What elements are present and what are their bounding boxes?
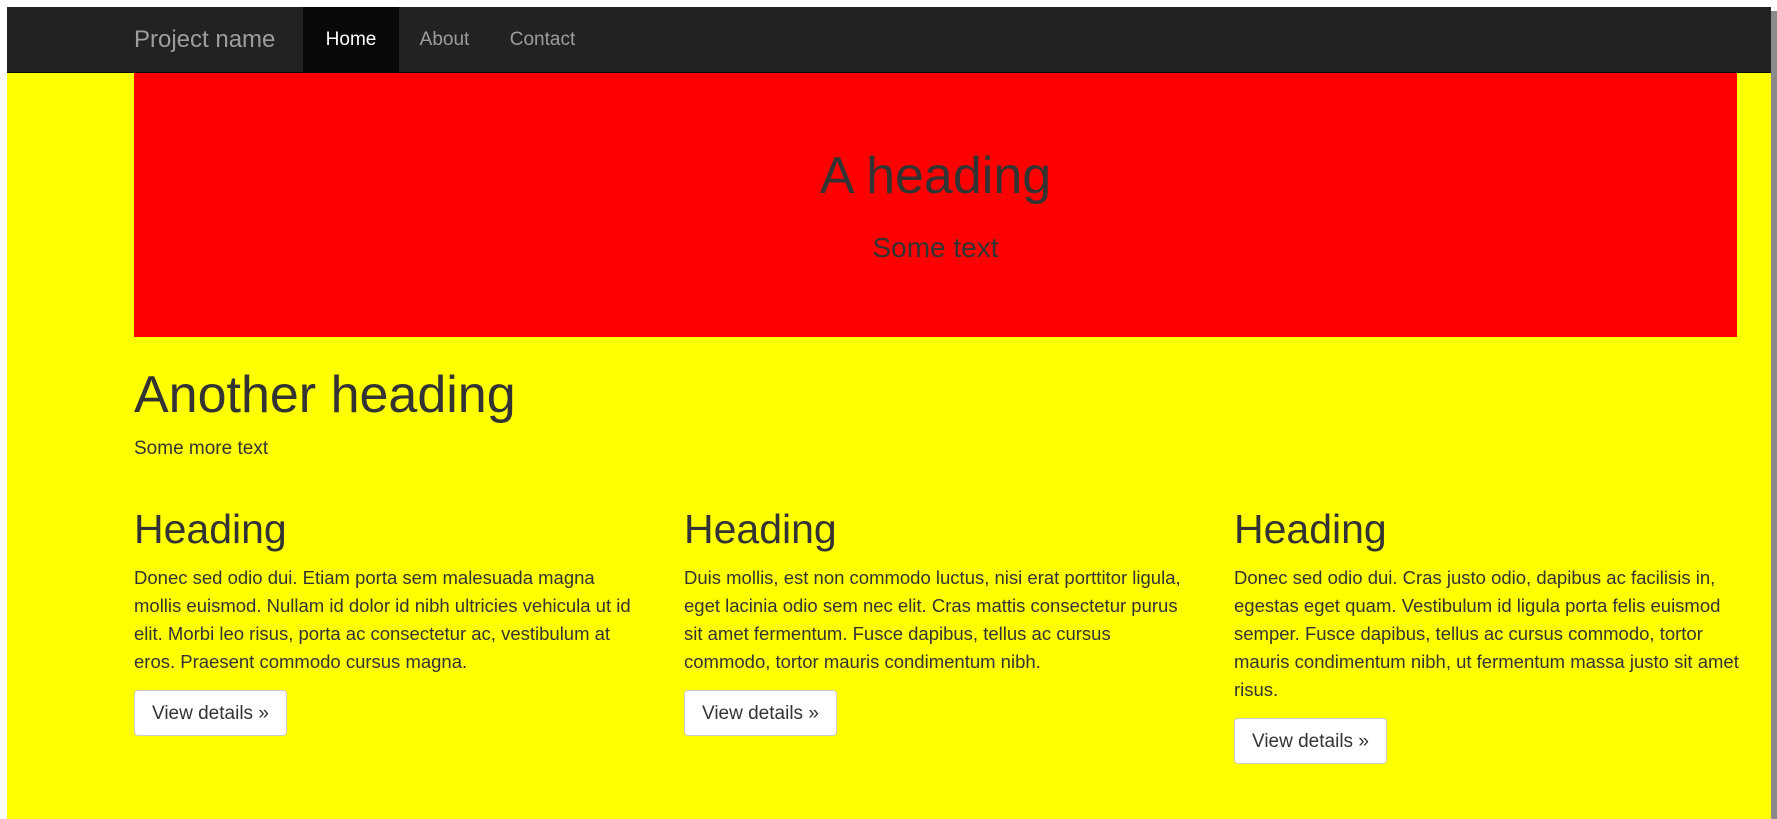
nav-about-link[interactable]: About: [399, 7, 490, 72]
column-text: Duis mollis, est non commodo luctus, nis…: [684, 567, 1181, 673]
view-details-button[interactable]: View details »: [134, 690, 287, 737]
column-heading: Heading: [1234, 506, 1387, 552]
view-details-button[interactable]: View details »: [684, 690, 837, 737]
jumbotron: A heading Some text: [134, 73, 1737, 337]
column-1: Heading Donec sed odio dui. Etiam porta …: [134, 506, 644, 737]
nav-contact-link[interactable]: Contact: [490, 7, 595, 72]
column-2: Heading Duis mollis, est non commodo luc…: [684, 506, 1194, 737]
column-heading: Heading: [134, 506, 287, 552]
column-3: Heading Donec sed odio dui. Cras justo o…: [1234, 506, 1744, 765]
jumbotron-text: Some text: [872, 232, 999, 263]
brand-link[interactable]: Project name: [134, 7, 275, 73]
column-text: Donec sed odio dui. Etiam porta sem male…: [134, 567, 631, 673]
column-heading: Heading: [684, 506, 837, 552]
nav-home-link[interactable]: Home: [303, 7, 399, 72]
column-text: Donec sed odio dui. Cras justo odio, dap…: [1234, 567, 1739, 701]
navbar: Project name Home About Contact: [7, 7, 1771, 73]
intro-text: Some more text: [134, 438, 269, 459]
intro-heading: Another heading: [134, 366, 516, 424]
window-shadow: [1771, 11, 1777, 819]
page: Project name Home About Contact A headin…: [7, 7, 1771, 819]
view-details-button[interactable]: View details »: [1234, 718, 1387, 765]
jumbotron-heading: A heading: [819, 147, 1052, 205]
